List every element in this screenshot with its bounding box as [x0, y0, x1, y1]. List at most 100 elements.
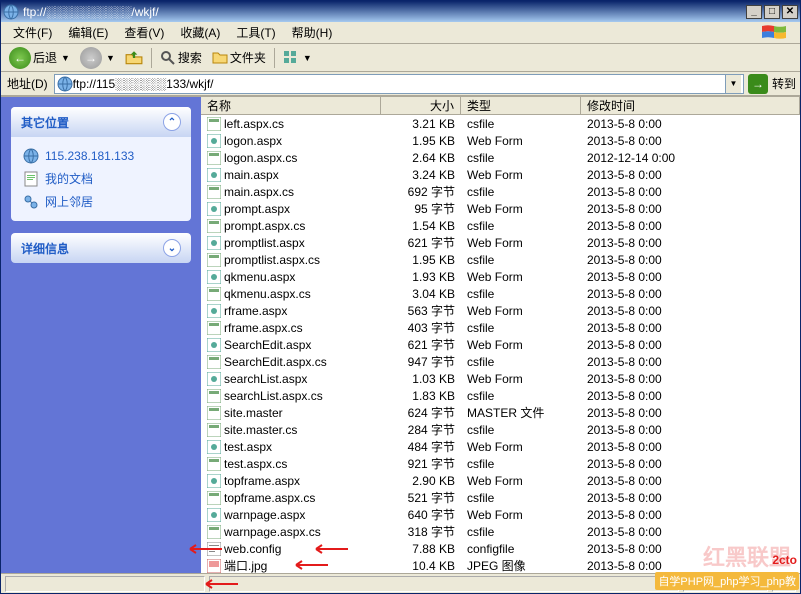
file-row[interactable]: warnpage.aspx640 字节Web Form2013-5-8 0:00: [201, 506, 800, 523]
folders-button[interactable]: 文件夹: [208, 47, 270, 68]
file-name: site.master: [224, 406, 283, 420]
col-date[interactable]: 修改时间: [581, 97, 800, 114]
menu-file[interactable]: 文件(F): [5, 21, 60, 44]
file-row[interactable]: logon.aspx1.95 KBWeb Form2013-5-8 0:00: [201, 132, 800, 149]
sidebar-item-mydocs[interactable]: 我的文档: [23, 167, 179, 190]
file-icon: [207, 372, 221, 386]
col-size[interactable]: 大小: [381, 97, 461, 114]
file-row[interactable]: site.master624 字节MASTER 文件2013-5-8 0:00: [201, 404, 800, 421]
sidebar-item-server[interactable]: 115.238.181.133: [23, 145, 179, 167]
file-row[interactable]: topframe.aspx2.90 KBWeb Form2013-5-8 0:0…: [201, 472, 800, 489]
file-type: csfile: [461, 321, 581, 335]
file-row[interactable]: qkmenu.aspx1.93 KBWeb Form2013-5-8 0:00: [201, 268, 800, 285]
network-icon: [23, 194, 39, 210]
go-button[interactable]: →: [748, 74, 768, 94]
address-bar: 地址(D) ▼ → 转到: [1, 72, 800, 96]
globe-icon: [3, 4, 19, 20]
file-row[interactable]: logon.aspx.cs2.64 KBcsfile2012-12-14 0:0…: [201, 149, 800, 166]
file-size: 10.4 KB: [381, 559, 461, 573]
menu-view[interactable]: 查看(V): [116, 21, 172, 44]
file-icon: [207, 525, 221, 539]
file-type: Web Form: [461, 236, 581, 250]
file-row[interactable]: main.aspx.cs692 字节csfile2013-5-8 0:00: [201, 183, 800, 200]
file-row[interactable]: topframe.aspx.cs521 字节csfile2013-5-8 0:0…: [201, 489, 800, 506]
file-name: warnpage.aspx: [224, 508, 305, 522]
file-row[interactable]: test.aspx484 字节Web Form2013-5-8 0:00: [201, 438, 800, 455]
file-name: rframe.aspx: [224, 304, 287, 318]
file-name: web.config: [224, 542, 281, 556]
chevron-down-icon[interactable]: ▼: [303, 53, 312, 63]
col-type[interactable]: 类型: [461, 97, 581, 114]
file-icon: [207, 304, 221, 318]
file-type: Web Form: [461, 304, 581, 318]
file-row[interactable]: warnpage.aspx.cs318 字节csfile2013-5-8 0:0…: [201, 523, 800, 540]
file-icon: [207, 134, 221, 148]
up-button[interactable]: [121, 47, 147, 69]
file-row[interactable]: main.aspx3.24 KBWeb Form2013-5-8 0:00: [201, 166, 800, 183]
file-size: 563 字节: [381, 302, 461, 319]
details-header[interactable]: 详细信息 ⌄: [11, 233, 191, 263]
maximize-button[interactable]: □: [764, 5, 780, 19]
close-button[interactable]: ✕: [782, 5, 798, 19]
sidebar-item-network[interactable]: 网上邻居: [23, 190, 179, 213]
file-size: 621 字节: [381, 336, 461, 353]
file-name: SearchEdit.aspx: [224, 338, 311, 352]
menu-favorites[interactable]: 收藏(A): [172, 21, 228, 44]
file-row[interactable]: site.master.cs284 字节csfile2013-5-8 0:00: [201, 421, 800, 438]
address-combo[interactable]: ▼: [54, 74, 744, 94]
window-title: ftp://░░░░░░░░░░/wkjf/: [23, 5, 746, 19]
file-date: 2013-5-8 0:00: [581, 491, 800, 505]
file-name: logon.aspx.cs: [224, 151, 297, 165]
views-button[interactable]: ▼: [279, 48, 316, 68]
file-size: 624 字节: [381, 404, 461, 421]
search-button[interactable]: 搜索: [156, 47, 206, 68]
file-row[interactable]: rframe.aspx563 字节Web Form2013-5-8 0:00: [201, 302, 800, 319]
expand-icon[interactable]: ⌄: [163, 239, 181, 257]
file-type: Web Form: [461, 372, 581, 386]
file-type: JPEG 图像: [461, 557, 581, 573]
file-row[interactable]: searchList.aspx.cs1.83 KBcsfile2013-5-8 …: [201, 387, 800, 404]
menu-help[interactable]: 帮助(H): [284, 21, 341, 44]
file-row[interactable]: test.aspx.cs921 字节csfile2013-5-8 0:00: [201, 455, 800, 472]
file-list: 名称 大小 类型 修改时间 left.aspx.cs3.21 KBcsfile2…: [201, 97, 800, 573]
titlebar[interactable]: ftp://░░░░░░░░░░/wkjf/ _ □ ✕: [1, 1, 800, 22]
menu-edit[interactable]: 编辑(E): [60, 21, 116, 44]
file-row[interactable]: prompt.aspx95 字节Web Form2013-5-8 0:00: [201, 200, 800, 217]
file-icon: [207, 508, 221, 522]
file-row[interactable]: prompt.aspx.cs1.54 KBcsfile2013-5-8 0:00: [201, 217, 800, 234]
back-button[interactable]: ← 后退 ▼: [5, 45, 74, 71]
file-row[interactable]: left.aspx.cs3.21 KBcsfile2013-5-8 0:00: [201, 115, 800, 132]
address-input[interactable]: [73, 77, 725, 91]
search-icon: [160, 50, 176, 66]
file-size: 403 字节: [381, 319, 461, 336]
file-type: csfile: [461, 491, 581, 505]
file-row[interactable]: rframe.aspx.cs403 字节csfile2013-5-8 0:00: [201, 319, 800, 336]
file-type: Web Form: [461, 134, 581, 148]
forward-button[interactable]: → ▼: [76, 45, 119, 71]
file-row[interactable]: SearchEdit.aspx.cs947 字节csfile2013-5-8 0…: [201, 353, 800, 370]
file-date: 2013-5-8 0:00: [581, 287, 800, 301]
file-size: 2.90 KB: [381, 474, 461, 488]
file-row[interactable]: qkmenu.aspx.cs3.04 KBcsfile2013-5-8 0:00: [201, 285, 800, 302]
file-name: prompt.aspx.cs: [224, 219, 305, 233]
col-name[interactable]: 名称: [201, 97, 381, 114]
footer-link[interactable]: 自学PHP网_php学习_php教: [655, 572, 799, 590]
collapse-icon[interactable]: ⌃: [163, 113, 181, 131]
separator: [151, 48, 152, 68]
file-name: prompt.aspx: [224, 202, 290, 216]
file-row[interactable]: searchList.aspx1.03 KBWeb Form2013-5-8 0…: [201, 370, 800, 387]
menu-tools[interactable]: 工具(T): [228, 21, 283, 44]
file-row[interactable]: promptlist.aspx621 字节Web Form2013-5-8 0:…: [201, 234, 800, 251]
address-dropdown[interactable]: ▼: [725, 75, 741, 93]
minimize-button[interactable]: _: [746, 5, 762, 19]
file-type: csfile: [461, 117, 581, 131]
file-row[interactable]: promptlist.aspx.cs1.95 KBcsfile2013-5-8 …: [201, 251, 800, 268]
file-rows[interactable]: left.aspx.cs3.21 KBcsfile2013-5-8 0:00lo…: [201, 115, 800, 573]
file-row[interactable]: SearchEdit.aspx621 字节Web Form2013-5-8 0:…: [201, 336, 800, 353]
chevron-down-icon[interactable]: ▼: [106, 53, 115, 63]
chevron-down-icon[interactable]: ▼: [61, 53, 70, 63]
file-type: csfile: [461, 389, 581, 403]
file-date: 2013-5-8 0:00: [581, 202, 800, 216]
file-type: csfile: [461, 151, 581, 165]
other-locations-header[interactable]: 其它位置 ⌃: [11, 107, 191, 137]
